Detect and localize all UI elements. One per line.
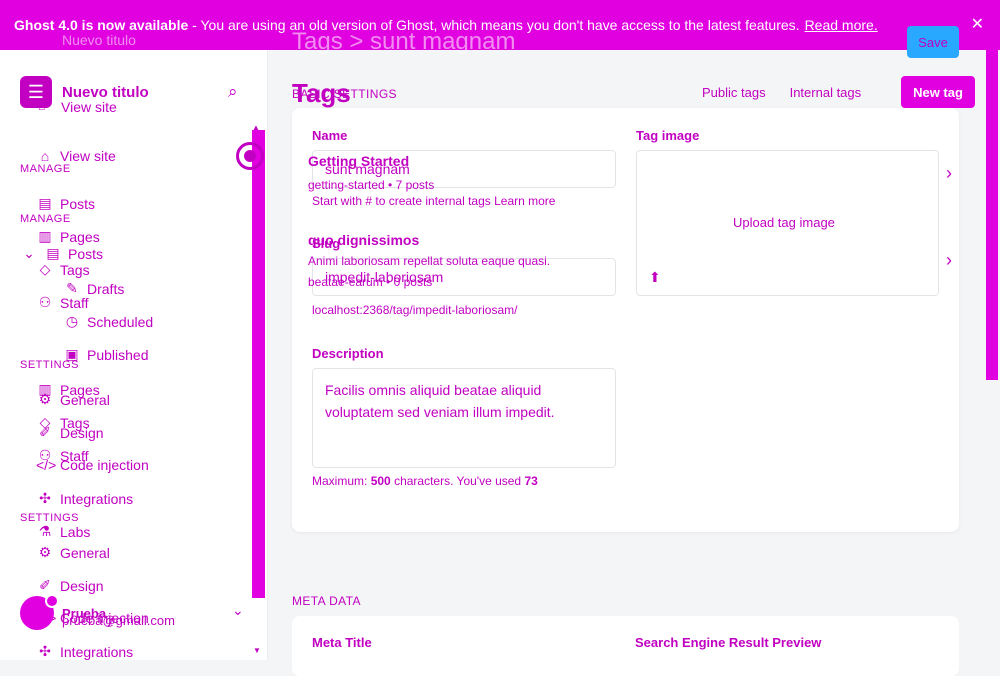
ghost-breadcrumb: Tags > sunt magnam xyxy=(292,28,516,55)
brand-logo-icon: ☰ xyxy=(20,76,52,108)
record-ring-icon xyxy=(236,142,264,170)
save-button[interactable]: Save xyxy=(907,26,959,58)
tag-list-title-1[interactable]: Getting Started xyxy=(308,153,409,169)
close-icon[interactable]: ✕ xyxy=(971,14,984,34)
main-content: Tags BASIC SETTINGS Public tags Internal… xyxy=(268,50,1000,676)
brand-title: Nuevo titulo xyxy=(62,83,149,101)
sidebar-item-labs[interactable]: ⚗ Labs xyxy=(36,523,91,540)
sidebar-item-integrations-2[interactable]: ✣ Integrations xyxy=(36,643,133,660)
slug-url: localhost:2368/tag/impedit-laboriosam/ xyxy=(312,303,518,317)
main-scrollbar[interactable] xyxy=(986,50,998,380)
tab-public-tags[interactable]: Public tags xyxy=(702,85,766,100)
manage-heading-2: MANAGE xyxy=(20,213,71,225)
meta-data-heading: META DATA xyxy=(292,594,361,608)
meta-data-card: Meta Title Search Engine Result Preview xyxy=(292,616,959,676)
sidebar-item-general-2[interactable]: ⚙ General xyxy=(36,544,110,561)
sidebar: ☰ Nuevo titulo ⌕ View site ⌂ ⌂ View site … xyxy=(0,50,268,660)
basic-settings-card: Name sunt magnam Start with # to create … xyxy=(292,108,959,532)
tag-list-title-2[interactable]: quo dignissimos xyxy=(308,232,419,248)
sidebar-item-tags[interactable]: ◇ Tags xyxy=(36,261,90,278)
sidebar-view-site[interactable]: View site xyxy=(61,99,117,115)
meta-title-label: Meta Title xyxy=(312,635,372,650)
sidebar-item-code-injection[interactable]: </> Code injection xyxy=(36,457,149,473)
banner-read-more-link[interactable]: Read more. xyxy=(805,17,878,33)
chevron-right-icon[interactable]: › xyxy=(946,163,952,184)
tag-list-sub-1: getting-started • 7 posts xyxy=(308,178,435,192)
description-textarea[interactable]: Facilis omnis aliquid beatae aliquid vol… xyxy=(312,368,616,468)
basic-settings-heading: BASIC SETTINGS xyxy=(292,87,397,101)
avatar xyxy=(20,594,59,630)
scroll-down-arrow-icon[interactable]: ▼ xyxy=(253,646,261,655)
sidebar-item-pages[interactable]: ▥ Pages xyxy=(36,228,99,245)
sidebar-view-site-2[interactable]: ⌂ View site xyxy=(36,148,116,164)
user-email: prueba@gmail.com xyxy=(62,613,175,628)
chevron-right-icon-2[interactable]: › xyxy=(946,250,952,271)
sidebar-item-posts[interactable]: ▤ Posts xyxy=(36,195,95,212)
tag-list-sub-2: Animi laboriosam repellat soluta eaque q… xyxy=(308,254,551,268)
sidebar-scrollbar[interactable] xyxy=(252,130,265,598)
chevron-down-icon[interactable]: ⌄ xyxy=(232,602,244,619)
sidebar-item-design-2[interactable]: ✐ Design xyxy=(36,577,103,594)
new-tag-button[interactable]: New tag xyxy=(901,76,975,108)
manage-heading: MANAGE xyxy=(20,163,71,175)
tag-list-sub-2b: beatae-earum • 0 posts xyxy=(308,275,433,289)
sidebar-item-integrations[interactable]: ✣ Integrations xyxy=(36,490,133,507)
banner-title: Ghost 4.0 is now available xyxy=(14,17,189,33)
name-hint: Start with # to create internal tags Lea… xyxy=(312,194,556,208)
sidebar-item-staff[interactable]: ⚇ Staff xyxy=(36,294,89,311)
settings-heading: SETTINGS xyxy=(20,359,80,371)
tag-image-label: Tag image xyxy=(636,128,700,143)
tag-image-upload[interactable]: Upload tag image ⬆ xyxy=(636,150,939,296)
upload-icon: ⬆ xyxy=(649,269,661,285)
view-site-icon: ⌂ xyxy=(38,99,46,113)
description-label: Description xyxy=(312,346,384,361)
sidebar-item-scheduled[interactable]: ◷ Scheduled xyxy=(63,313,153,330)
sidebar-item-general[interactable]: ⚙ General xyxy=(36,391,110,408)
sidebar-item-posts-2[interactable]: ⌄ ▤ Posts xyxy=(20,245,103,262)
ghost-brand-title: Nuevo titulo xyxy=(62,32,136,48)
upload-tag-image-text: Upload tag image xyxy=(733,215,835,230)
serp-preview-label: Search Engine Result Preview xyxy=(635,635,822,650)
tag-tabs: Public tags Internal tags xyxy=(702,85,861,100)
learn-more-link[interactable]: Learn more xyxy=(494,194,555,208)
tab-internal-tags[interactable]: Internal tags xyxy=(790,85,862,100)
description-hint: Maximum: 500 characters. You've used 73 xyxy=(312,474,538,488)
search-icon[interactable]: ⌕ xyxy=(228,82,246,101)
sidebar-item-design[interactable]: ✐ Design xyxy=(36,424,103,441)
name-label: Name xyxy=(312,128,348,143)
